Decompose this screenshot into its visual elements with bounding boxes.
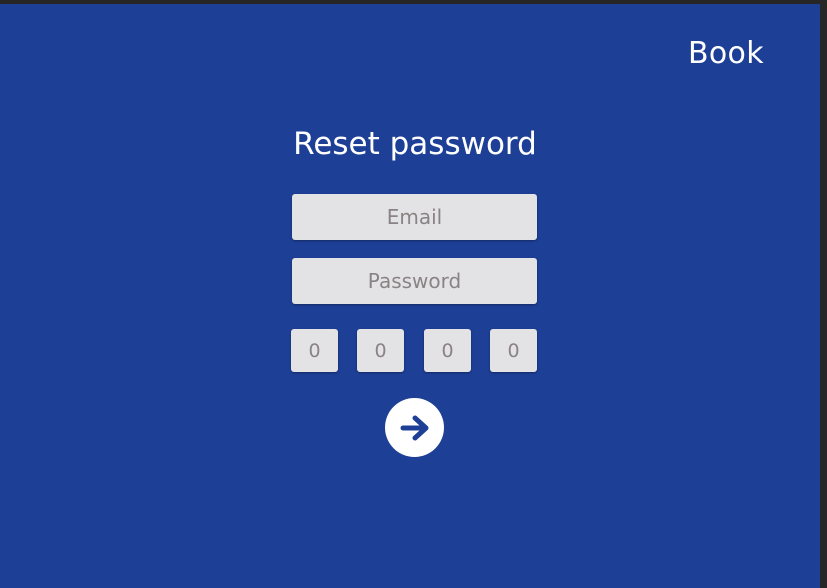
code-digit-4[interactable] [490,329,537,372]
email-input[interactable] [292,194,537,240]
password-input[interactable] [292,258,537,304]
code-digit-3[interactable] [424,329,471,372]
verification-code-row [291,329,538,372]
arrow-right-icon [398,411,432,445]
code-digit-1[interactable] [291,329,338,372]
code-digit-2[interactable] [357,329,404,372]
submit-button[interactable] [385,398,444,457]
page-title: Reset password [293,126,537,162]
brand-logo[interactable]: Book [688,34,764,74]
window-right-border [820,0,827,588]
